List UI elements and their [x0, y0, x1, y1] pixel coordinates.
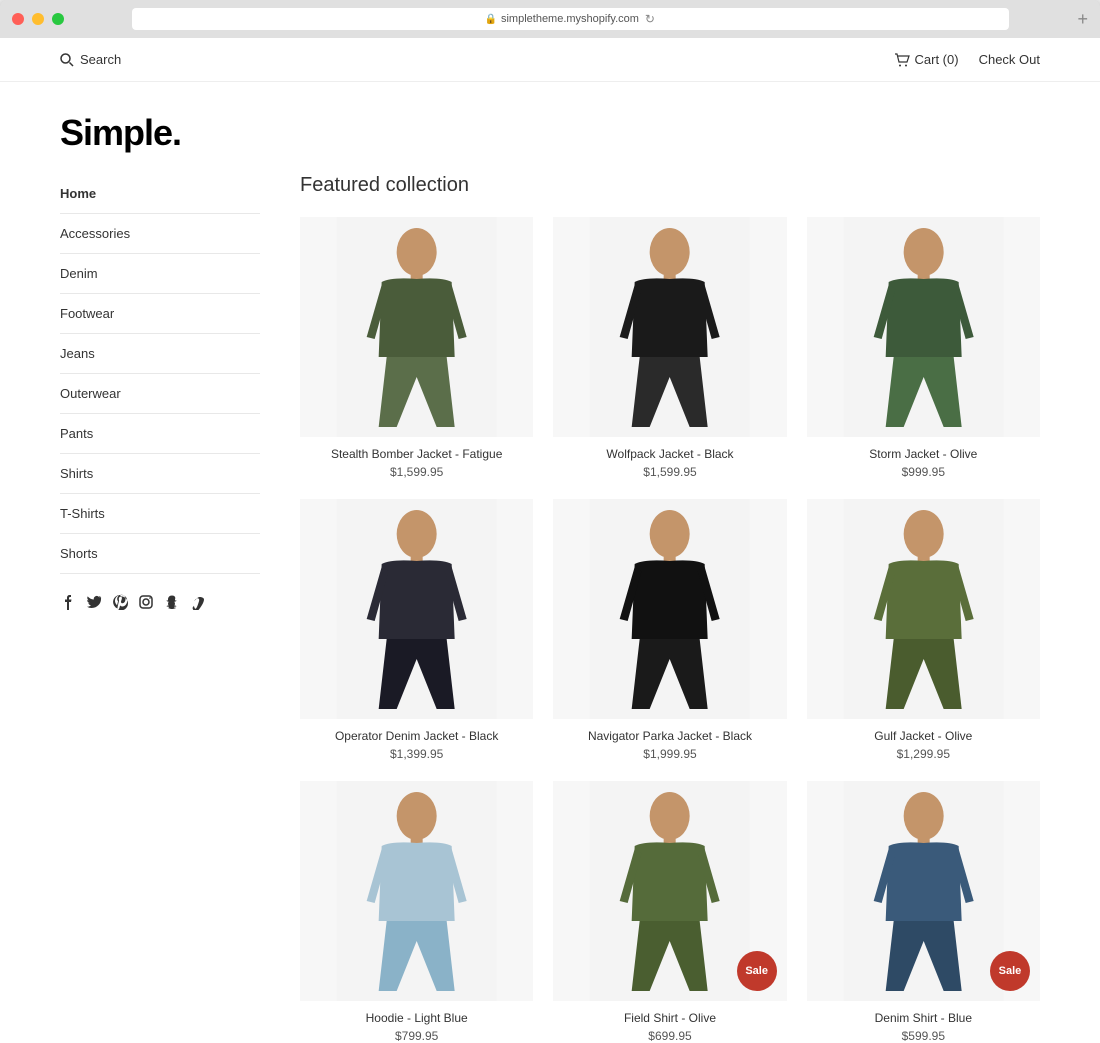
product-image-wrapper: [553, 217, 786, 437]
search-area[interactable]: Search: [60, 52, 121, 67]
sidebar-item-pants[interactable]: Pants: [60, 414, 260, 453]
browser-content: Search Cart (0) Check Out Simple.: [0, 38, 1100, 1043]
checkout-link[interactable]: Check Out: [979, 52, 1040, 67]
twitter-icon[interactable]: [86, 594, 102, 615]
product-image-wrapper: [300, 781, 533, 1001]
new-tab-button[interactable]: +: [1077, 9, 1088, 30]
product-name: Hoodie - Light Blue: [300, 1011, 533, 1025]
cart-label: Cart (0): [915, 52, 959, 67]
product-price: $999.95: [807, 465, 1040, 479]
product-price: $1,599.95: [300, 465, 533, 479]
product-card[interactable]: Stealth Bomber Jacket - Fatigue $1,599.95: [300, 217, 533, 479]
close-button[interactable]: [12, 13, 24, 25]
sidebar-item-jeans[interactable]: Jeans: [60, 334, 260, 373]
pinterest-icon[interactable]: [112, 594, 128, 615]
product-card[interactable]: Sale Denim Shirt - Blue $599.95: [807, 781, 1040, 1043]
main-layout: HomeAccessoriesDenimFootwearJeansOuterwe…: [0, 174, 1100, 1043]
search-icon: [60, 53, 74, 67]
product-price: $1,599.95: [553, 465, 786, 479]
refresh-icon[interactable]: ↻: [643, 12, 657, 26]
header-right: Cart (0) Check Out: [894, 52, 1040, 67]
product-price: $699.95: [553, 1029, 786, 1043]
site-logo: Simple.: [0, 82, 1100, 174]
product-name: Navigator Parka Jacket - Black: [553, 729, 786, 743]
sidebar-nav: HomeAccessoriesDenimFootwearJeansOuterwe…: [60, 174, 260, 574]
browser-window: 🔒 simpletheme.myshopify.com ↻ + Search: [0, 0, 1100, 1043]
product-card[interactable]: Wolfpack Jacket - Black $1,599.95: [553, 217, 786, 479]
product-card[interactable]: Operator Denim Jacket - Black $1,399.95: [300, 499, 533, 761]
product-name: Storm Jacket - Olive: [807, 447, 1040, 461]
sidebar-item-shirts[interactable]: Shirts: [60, 454, 260, 493]
product-price: $1,299.95: [807, 747, 1040, 761]
collection-title: Featured collection: [300, 174, 1040, 197]
product-card[interactable]: Storm Jacket - Olive $999.95: [807, 217, 1040, 479]
product-name: Denim Shirt - Blue: [807, 1011, 1040, 1025]
social-icons: [60, 594, 260, 615]
site-header: Search Cart (0) Check Out: [0, 38, 1100, 82]
cart-icon: [894, 53, 910, 67]
sidebar-item-home[interactable]: Home: [60, 174, 260, 213]
vimeo-icon[interactable]: [190, 594, 206, 615]
url-text: simpletheme.myshopify.com: [501, 13, 639, 25]
product-card[interactable]: Navigator Parka Jacket - Black $1,999.95: [553, 499, 786, 761]
product-image-wrapper: [300, 217, 533, 437]
sale-badge: Sale: [990, 951, 1030, 991]
logo-text: Simple.: [60, 112, 1040, 154]
minimize-button[interactable]: [32, 13, 44, 25]
product-image-wrapper: Sale: [807, 781, 1040, 1001]
sidebar-item-t-shirts[interactable]: T-Shirts: [60, 494, 260, 533]
facebook-icon[interactable]: [60, 594, 76, 615]
sidebar-item-shorts[interactable]: Shorts: [60, 534, 260, 573]
sidebar-item-outerwear[interactable]: Outerwear: [60, 374, 260, 413]
product-image-wrapper: [553, 499, 786, 719]
product-name: Operator Denim Jacket - Black: [300, 729, 533, 743]
sidebar: HomeAccessoriesDenimFootwearJeansOuterwe…: [60, 174, 260, 1043]
product-name: Gulf Jacket - Olive: [807, 729, 1040, 743]
search-label: Search: [80, 52, 121, 67]
product-image-wrapper: [807, 499, 1040, 719]
lock-icon: 🔒: [485, 14, 497, 25]
maximize-button[interactable]: [52, 13, 64, 25]
product-name: Stealth Bomber Jacket - Fatigue: [300, 447, 533, 461]
cart-link[interactable]: Cart (0): [894, 52, 959, 67]
product-price: $1,399.95: [300, 747, 533, 761]
instagram-icon[interactable]: [138, 594, 154, 615]
snapchat-icon[interactable]: [164, 594, 180, 615]
product-price: $1,999.95: [553, 747, 786, 761]
product-card[interactable]: Sale Field Shirt - Olive $699.95: [553, 781, 786, 1043]
sale-badge: Sale: [737, 951, 777, 991]
product-card[interactable]: Hoodie - Light Blue $799.95: [300, 781, 533, 1043]
product-price: $799.95: [300, 1029, 533, 1043]
product-card[interactable]: Gulf Jacket - Olive $1,299.95: [807, 499, 1040, 761]
browser-titlebar: 🔒 simpletheme.myshopify.com ↻ +: [0, 0, 1100, 38]
sidebar-item-accessories[interactable]: Accessories: [60, 214, 260, 253]
product-name: Wolfpack Jacket - Black: [553, 447, 786, 461]
product-name: Field Shirt - Olive: [553, 1011, 786, 1025]
product-image-wrapper: [807, 217, 1040, 437]
address-bar[interactable]: 🔒 simpletheme.myshopify.com ↻: [132, 8, 1009, 30]
sidebar-item-denim[interactable]: Denim: [60, 254, 260, 293]
product-grid: Stealth Bomber Jacket - Fatigue $1,599.95…: [300, 217, 1040, 1043]
product-image-wrapper: [300, 499, 533, 719]
product-image-wrapper: Sale: [553, 781, 786, 1001]
sidebar-item-footwear[interactable]: Footwear: [60, 294, 260, 333]
product-price: $599.95: [807, 1029, 1040, 1043]
product-area: Featured collection Stealth Bomber Jacke…: [300, 174, 1040, 1043]
